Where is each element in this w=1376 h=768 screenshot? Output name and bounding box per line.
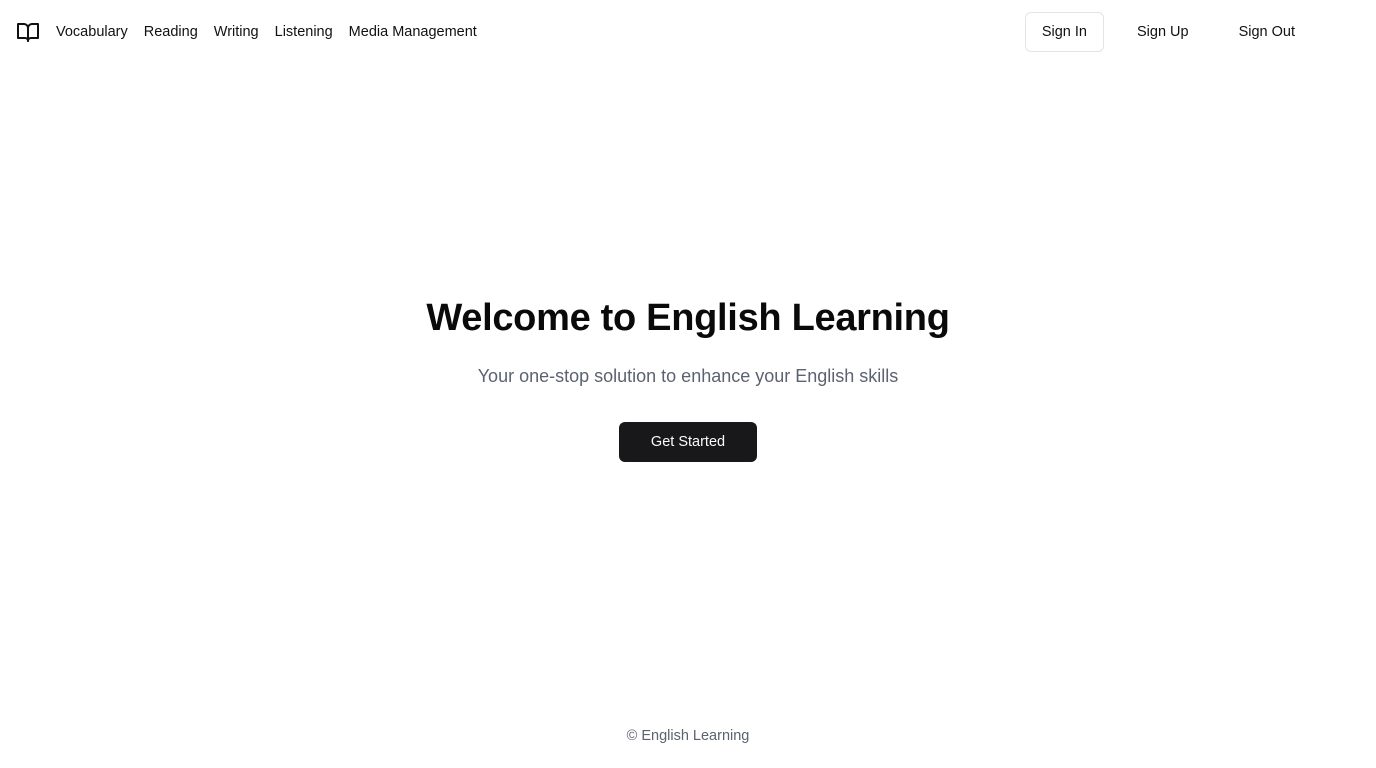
- nav-link-writing[interactable]: Writing: [214, 22, 259, 42]
- copyright-text: © English Learning: [626, 728, 750, 744]
- hero-section: Welcome to English Learning Your one-sto…: [0, 292, 1376, 462]
- nav-link-reading[interactable]: Reading: [144, 22, 198, 42]
- page: Vocabulary Reading Writing Listening Med…: [0, 0, 1376, 768]
- hero-title: Welcome to English Learning: [426, 297, 950, 339]
- book-open-icon[interactable]: [16, 20, 40, 44]
- sign-up-button[interactable]: Sign Up: [1120, 12, 1206, 52]
- sign-out-button[interactable]: Sign Out: [1222, 12, 1312, 52]
- nav-link-listening[interactable]: Listening: [275, 22, 333, 42]
- nav-link-media-management[interactable]: Media Management: [349, 22, 477, 42]
- sign-in-button[interactable]: Sign In: [1024, 12, 1104, 52]
- nav-link-vocabulary[interactable]: Vocabulary: [56, 22, 128, 42]
- get-started-button[interactable]: Get Started: [618, 422, 758, 462]
- hero-subtitle: Your one-stop solution to enhance your E…: [477, 366, 899, 386]
- main-nav: Vocabulary Reading Writing Listening Med…: [56, 22, 477, 42]
- auth-buttons: Sign In Sign Up Sign Out: [1024, 12, 1312, 52]
- footer: © English Learning: [0, 726, 1376, 746]
- top-navigation-bar: Vocabulary Reading Writing Listening Med…: [0, 0, 1376, 64]
